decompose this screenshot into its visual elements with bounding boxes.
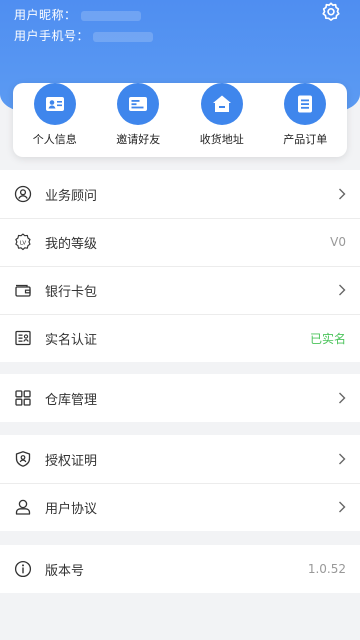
menu-item-real-name[interactable]: 实名认证 已实名 bbox=[0, 314, 360, 362]
menu-item-bank-card[interactable]: 银行卡包 bbox=[0, 266, 360, 314]
menu-item-label: 用户协议 bbox=[45, 501, 98, 517]
menu-item-warehouse[interactable]: 仓库管理 bbox=[0, 374, 360, 422]
menu-group-account: 业务顾问 LV 我的等级 V0 银行卡包 实名认证 已实名 bbox=[0, 170, 360, 362]
menu-item-label: 仓库管理 bbox=[45, 392, 98, 408]
phone-line: 用户手机号： bbox=[14, 27, 154, 44]
phone-label: 用户手机号： bbox=[14, 29, 90, 43]
menu-item-advisor[interactable]: 业务顾问 bbox=[0, 170, 360, 218]
wallet-icon bbox=[14, 281, 32, 299]
menu-group-legal: 授权证明 用户协议 bbox=[0, 435, 360, 531]
quick-action-address[interactable]: 收货地址 bbox=[180, 83, 264, 157]
version-value: 1.0.52 bbox=[307, 562, 346, 576]
shield-user-icon bbox=[14, 450, 32, 468]
chevron-right-icon bbox=[339, 392, 346, 404]
quick-action-label: 邀请好友 bbox=[116, 133, 161, 146]
menu-item-label: 业务顾问 bbox=[45, 188, 98, 204]
chevron-right-icon bbox=[339, 284, 346, 296]
nickname-label: 用户昵称： bbox=[14, 8, 77, 22]
quick-action-orders[interactable]: 产品订单 bbox=[264, 83, 348, 157]
grid-icon bbox=[14, 389, 32, 407]
gear-icon[interactable] bbox=[320, 1, 342, 23]
user-icon bbox=[14, 498, 32, 516]
quick-action-label: 收货地址 bbox=[199, 133, 244, 146]
menu-group-warehouse: 仓库管理 bbox=[0, 374, 360, 422]
chevron-right-icon bbox=[339, 501, 346, 513]
level-value: V0 bbox=[330, 235, 346, 249]
menu-item-level[interactable]: LV 我的等级 V0 bbox=[0, 218, 360, 266]
menu-item-label: 实名认证 bbox=[45, 332, 98, 348]
order-list-icon bbox=[284, 83, 327, 125]
quick-action-label: 产品订单 bbox=[283, 133, 328, 146]
menu-item-version[interactable]: 版本号 1.0.52 bbox=[0, 545, 360, 593]
quick-action-profile[interactable]: 个人信息 bbox=[13, 83, 97, 157]
quick-actions-card: 个人信息 邀请好友 收货地址 产品订单 bbox=[13, 83, 347, 157]
profile-card-icon bbox=[33, 83, 76, 125]
id-card-icon bbox=[14, 329, 32, 347]
menu-item-label: 版本号 bbox=[45, 563, 85, 579]
menu-item-label: 我的等级 bbox=[45, 236, 98, 252]
nickname-line: 用户昵称： bbox=[14, 6, 141, 23]
quick-action-label: 个人信息 bbox=[32, 133, 77, 146]
level-badge-icon: LV bbox=[14, 233, 32, 251]
phone-value-blurred bbox=[93, 31, 154, 42]
chevron-right-icon bbox=[339, 453, 346, 465]
menu-item-agreement[interactable]: 用户协议 bbox=[0, 483, 360, 531]
home-address-icon bbox=[200, 83, 243, 125]
chevron-right-icon bbox=[339, 188, 346, 200]
advisor-icon bbox=[14, 185, 32, 203]
svg-text:LV: LV bbox=[20, 240, 26, 246]
quick-action-invite[interactable]: 邀请好友 bbox=[97, 83, 181, 157]
menu-item-label: 授权证明 bbox=[45, 453, 98, 469]
invite-card-icon bbox=[117, 83, 160, 125]
nickname-value-blurred bbox=[80, 10, 141, 21]
menu-group-about: 版本号 1.0.52 bbox=[0, 545, 360, 593]
menu-item-authorization[interactable]: 授权证明 bbox=[0, 435, 360, 483]
verification-status: 已实名 bbox=[309, 331, 346, 346]
info-icon bbox=[14, 560, 32, 578]
menu-item-label: 银行卡包 bbox=[45, 284, 98, 300]
